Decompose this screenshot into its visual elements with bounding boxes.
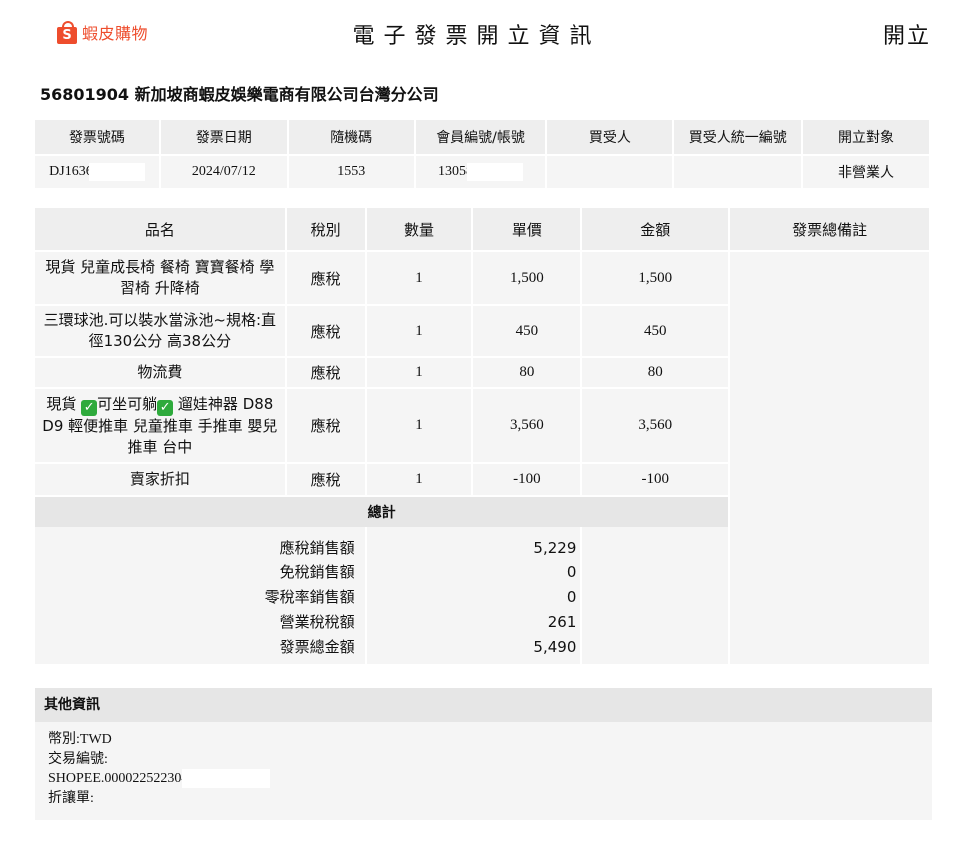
header-member-id: 會員編號/帳號 [414,120,548,155]
other-info-body: 幣別:TWD 交易編號: SHOPEE.000022522304 折讓單: [35,722,932,820]
item-amount: -100 [581,462,731,496]
item-amount: 80 [581,356,731,388]
invoice-info-table: 發票號碼 發票日期 隨機碼 會員編號/帳號 買受人 買受人統一編號 開立對象 D… [35,120,931,188]
header-unit-price: 單價 [472,208,583,251]
random-code: 1553 [287,154,416,188]
page-title: 電子發票開立資訊 [352,24,601,49]
redaction-mask [467,163,524,181]
item-tax: 應稅 [285,250,367,305]
item-name: 現貨 ✓ 可坐可躺 ✓ 遛娃神器 D88 D9 輕便推車 兒童推車 手推車 嬰兒推車… [35,387,287,463]
header-amount: 金額 [581,208,731,251]
items-header-row: 品名 稅別 數量 單價 金額 發票總備註 [35,208,931,251]
item-name: 賣家折扣 [35,462,287,496]
item-price: 1,500 [472,250,583,305]
check-icon: ✓ [81,399,98,416]
item-tax: 應稅 [285,304,367,357]
summary-label: 免稅銷售額 [35,559,367,584]
header-target: 開立對象 [802,120,931,155]
item-amount: 3,560 [581,387,731,463]
item-tax: 應稅 [285,356,367,388]
header-invoice-date: 發票日期 [159,120,289,155]
currency: 幣別:TWD [48,732,112,747]
item-price: 80 [472,356,583,388]
summary-value: 0 [365,584,583,609]
item-qty: 1 [365,462,474,496]
summary-label: 發票總金額 [35,634,367,664]
redaction-mask [182,769,271,789]
invoice-status: 開立 [882,24,931,49]
invoice-no: DJ1636 [49,164,93,180]
summary-label: 營業稅稅額 [35,609,367,634]
item-row: 現貨 兒童成長椅 餐椅 寶寶餐椅 學習椅 升降椅 應稅 1 1,500 1,50… [35,250,931,664]
header-tax-type: 稅別 [285,208,367,251]
item-qty: 1 [365,387,474,463]
info-header-row: 發票號碼 發票日期 隨機碼 會員編號/帳號 買受人 買受人統一編號 開立對象 [35,120,931,155]
summary-label: 零稅率銷售額 [35,584,367,609]
credit-note: 折讓單: [48,790,94,806]
item-amount: 1,500 [581,250,731,305]
header-invoice-no: 發票號碼 [35,120,161,155]
member-id-cell: 13058 [414,154,548,188]
header-buyer: 買受人 [546,120,675,155]
item-price: -100 [472,462,583,496]
header-item-name: 品名 [35,208,287,251]
transaction-label: 交易編號: [48,751,108,767]
invoice-no-cell: DJ1636 [35,154,161,188]
check-icon: ✓ [157,399,174,416]
item-tax: 應稅 [285,462,367,496]
item-name: 物流費 [35,356,287,388]
summary-value: 0 [365,559,583,584]
buyer [546,154,675,188]
redaction-mask [88,163,145,181]
item-tax: 應稅 [285,387,367,463]
item-name: 現貨 兒童成長椅 餐椅 寶寶餐椅 學習椅 升降椅 [35,250,287,305]
invoice-date: 2024/07/12 [159,154,289,188]
seller-name: 56801904 新加坡商蝦皮娛樂電商有限公司台灣分公司 [40,85,439,104]
item-name: 三環球池.可以裝水當泳池~規格:直徑130公分 高38公分 [35,304,287,357]
item-qty: 1 [365,250,474,305]
item-qty: 1 [365,304,474,357]
summary-value: 5,490 [365,634,583,664]
items-table: 品名 稅別 數量 單價 金額 發票總備註 現貨 兒童成長椅 餐椅 寶寶餐椅 學習… [35,208,931,664]
transaction-id: SHOPEE.000022522304 [48,771,189,786]
header-quantity: 數量 [365,208,474,251]
header-invoice-note: 發票總備註 [729,208,931,251]
summary-label: 應稅銷售額 [35,527,367,559]
header-random-code: 隨機碼 [287,120,416,155]
other-info-title: 其他資訊 [35,688,932,722]
info-value-row: DJ1636 2024/07/12 1553 13058 非營業人 [35,154,931,188]
other-info-section: 其他資訊 幣別:TWD 交易編號: SHOPEE.000022522304 折讓… [35,688,932,820]
header-buyer-tax-id: 買受人統一編號 [673,120,804,155]
item-price: 3,560 [472,387,583,463]
buyer-tax-id [673,154,804,188]
invoice-note [729,250,931,664]
transaction-id-row: SHOPEE.000022522304 [48,769,932,789]
total-label: 總計 [35,495,731,527]
item-amount: 450 [581,304,731,357]
item-qty: 1 [365,356,474,388]
item-price: 450 [472,304,583,357]
invoice-target: 非營業人 [802,154,931,188]
summary-value: 5,229 [365,527,583,559]
summary-value: 261 [365,609,583,634]
